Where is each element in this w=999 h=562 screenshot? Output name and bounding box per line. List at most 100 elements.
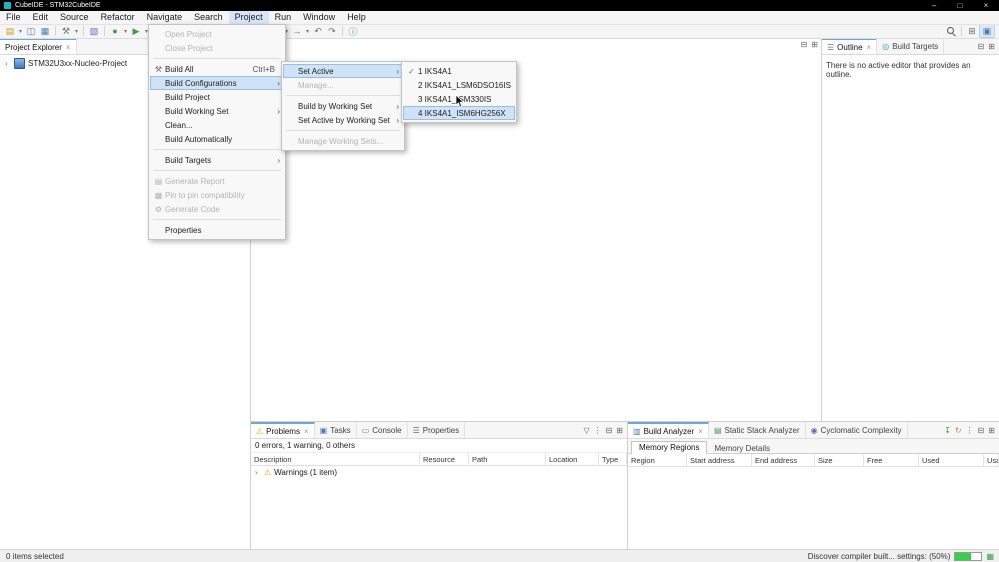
subtab-memory-details[interactable]: Memory Details <box>707 443 777 454</box>
close-project-label: Close Project <box>165 43 213 53</box>
redo-icon[interactable]: ↷ <box>325 25 339 37</box>
column-region[interactable]: Region <box>628 454 687 466</box>
new-project-icon[interactable]: ▧ <box>87 25 101 37</box>
menu-refactor[interactable]: Refactor <box>95 11 141 24</box>
open-perspective-icon[interactable]: ⊞ <box>965 25 979 37</box>
build-analyzer-header: ▥ Build Analyzer × ▤ Static Stack Analyz… <box>628 422 999 439</box>
menu-item-build-working-set[interactable]: Build Working Set › <box>150 104 284 118</box>
column-description[interactable]: Description <box>251 453 420 465</box>
column-free[interactable]: Free <box>864 454 919 466</box>
new-icon[interactable]: ▤ <box>3 25 17 37</box>
project-menu: Open Project Close Project ⚒ Build All C… <box>148 24 286 240</box>
menu-item-config-1[interactable]: ✓ 1 IKS4A1 <box>403 64 515 78</box>
menu-item-build-all[interactable]: ⚒ Build All Ctrl+B <box>150 62 284 76</box>
minimize-button[interactable]: – <box>921 0 947 11</box>
menu-item-build-configurations[interactable]: Build Configurations › <box>150 76 284 90</box>
jobs-icon[interactable]: ▦ <box>986 552 994 561</box>
menu-file[interactable]: File <box>0 11 27 24</box>
active-perspective-icon[interactable]: ▣ <box>979 24 995 38</box>
menu-separator <box>286 130 400 131</box>
menu-item-set-active[interactable]: Set Active › <box>283 64 403 78</box>
menu-source[interactable]: Source <box>54 11 95 24</box>
build-analyzer-panel: ▥ Build Analyzer × ▤ Static Stack Analyz… <box>627 421 999 550</box>
debug-dropdown-icon[interactable]: ▾ <box>122 25 129 37</box>
close-icon[interactable]: × <box>867 43 872 52</box>
minimize-icon[interactable]: ⊟ <box>978 426 985 435</box>
minimize-icon[interactable]: ⊟ <box>978 42 985 51</box>
column-usage[interactable]: Usage (%) <box>984 454 999 466</box>
maximize-icon[interactable]: ⊞ <box>988 42 995 51</box>
problems-toolbar: ▽ ⋮ ⊟ ⊞ <box>583 422 627 438</box>
menu-item-build-automatically[interactable]: Build Automatically <box>150 132 284 146</box>
outline-header: ☰ Outline × ◎ Build Targets ⊟ ⊞ <box>822 38 999 55</box>
info-icon[interactable]: ⓘ <box>346 25 360 37</box>
build-automatically-label: Build Automatically <box>165 134 233 144</box>
view-menu-icon[interactable]: ⋮ <box>594 426 602 435</box>
subtab-memory-regions[interactable]: Memory Regions <box>631 441 708 454</box>
menu-item-properties[interactable]: Properties <box>150 223 284 237</box>
menu-window[interactable]: Window <box>297 11 341 24</box>
menu-item-build-targets[interactable]: Build Targets › <box>150 153 284 167</box>
search-icon[interactable] <box>944 25 958 37</box>
chevron-right-icon[interactable]: › <box>5 59 11 68</box>
forward-dropdown-icon[interactable]: ▾ <box>304 25 311 37</box>
minimize-icon[interactable]: ⊟ <box>606 426 613 435</box>
menu-item-config-2[interactable]: 2 IKS4A1_LSM6DSO16IS <box>403 78 515 92</box>
debug-icon[interactable]: ● <box>108 25 122 37</box>
tab-cyclomatic-complexity[interactable]: ◉ Cyclomatic Complexity <box>806 422 908 438</box>
undo-icon[interactable]: ↶ <box>311 25 325 37</box>
menu-item-build-project[interactable]: Build Project <box>150 90 284 104</box>
close-icon[interactable]: × <box>698 427 703 436</box>
column-path[interactable]: Path <box>469 453 546 465</box>
refresh-icon[interactable]: ↻ <box>955 426 962 435</box>
tab-outline[interactable]: ☰ Outline × <box>822 38 878 54</box>
menu-item-clean[interactable]: Clean... <box>150 118 284 132</box>
build-dropdown-icon[interactable]: ▾ <box>73 25 80 37</box>
menu-item-config-4[interactable]: 4 IKS4A1_ISM6HG256X <box>403 106 515 120</box>
build-all-icon[interactable]: ⚒ <box>59 25 73 37</box>
menu-project[interactable]: Project <box>228 11 269 24</box>
menu-run[interactable]: Run <box>269 11 298 24</box>
column-size[interactable]: Size <box>815 454 864 466</box>
tab-problems-label: Problems <box>266 426 300 436</box>
tab-build-targets[interactable]: ◎ Build Targets <box>877 38 945 54</box>
tab-tasks[interactable]: ▣ Tasks <box>315 422 357 438</box>
tab-static-stack-analyzer[interactable]: ▤ Static Stack Analyzer <box>709 422 806 438</box>
view-menu-icon[interactable]: ⋮ <box>966 426 974 435</box>
maximize-icon[interactable]: ⊞ <box>811 40 818 49</box>
tab-project-explorer[interactable]: Project Explorer × <box>0 38 77 54</box>
export-icon[interactable]: ↧ <box>944 426 951 435</box>
maximize-button[interactable]: □ <box>947 0 973 11</box>
close-icon[interactable]: × <box>66 43 71 52</box>
close-icon[interactable]: × <box>304 427 309 436</box>
maximize-icon[interactable]: ⊞ <box>988 426 995 435</box>
minimize-icon[interactable]: ⊟ <box>801 40 808 49</box>
save-icon[interactable]: ◫ <box>24 25 38 37</box>
table-row-warnings[interactable]: › ⚠ Warnings (1 item) <box>251 466 627 479</box>
menu-item-build-by-working-set[interactable]: Build by Working Set › <box>283 99 403 113</box>
tab-problems[interactable]: ⚠ Problems × <box>251 422 315 438</box>
menu-help[interactable]: Help <box>341 11 372 24</box>
set-active-submenu: ✓ 1 IKS4A1 2 IKS4A1_LSM6DSO16IS 3 IKS4A1… <box>401 61 517 123</box>
menu-search[interactable]: Search <box>188 11 229 24</box>
column-type[interactable]: Type <box>599 453 627 465</box>
new-dropdown-icon[interactable]: ▾ <box>17 25 24 37</box>
tab-console[interactable]: ▭ Console <box>357 422 408 438</box>
column-resource[interactable]: Resource <box>420 453 469 465</box>
tab-build-analyzer[interactable]: ▥ Build Analyzer × <box>628 422 709 438</box>
close-button[interactable]: × <box>973 0 999 11</box>
filter-icon[interactable]: ▽ <box>583 426 589 435</box>
menu-navigate[interactable]: Navigate <box>141 11 189 24</box>
column-start-address[interactable]: Start address <box>687 454 752 466</box>
maximize-icon[interactable]: ⊞ <box>616 426 623 435</box>
tab-properties[interactable]: ☰ Properties <box>408 422 466 438</box>
save-all-icon[interactable]: ▦ <box>38 25 52 37</box>
column-location[interactable]: Location <box>546 453 599 465</box>
column-end-address[interactable]: End address <box>752 454 815 466</box>
menu-item-set-active-by-working-set[interactable]: Set Active by Working Set › <box>283 113 403 127</box>
chevron-right-icon[interactable]: › <box>255 468 261 477</box>
menu-edit[interactable]: Edit <box>27 11 55 24</box>
run-icon[interactable]: ▶ <box>129 25 143 37</box>
forward-icon[interactable]: → <box>290 25 304 37</box>
column-used[interactable]: Used <box>919 454 984 466</box>
